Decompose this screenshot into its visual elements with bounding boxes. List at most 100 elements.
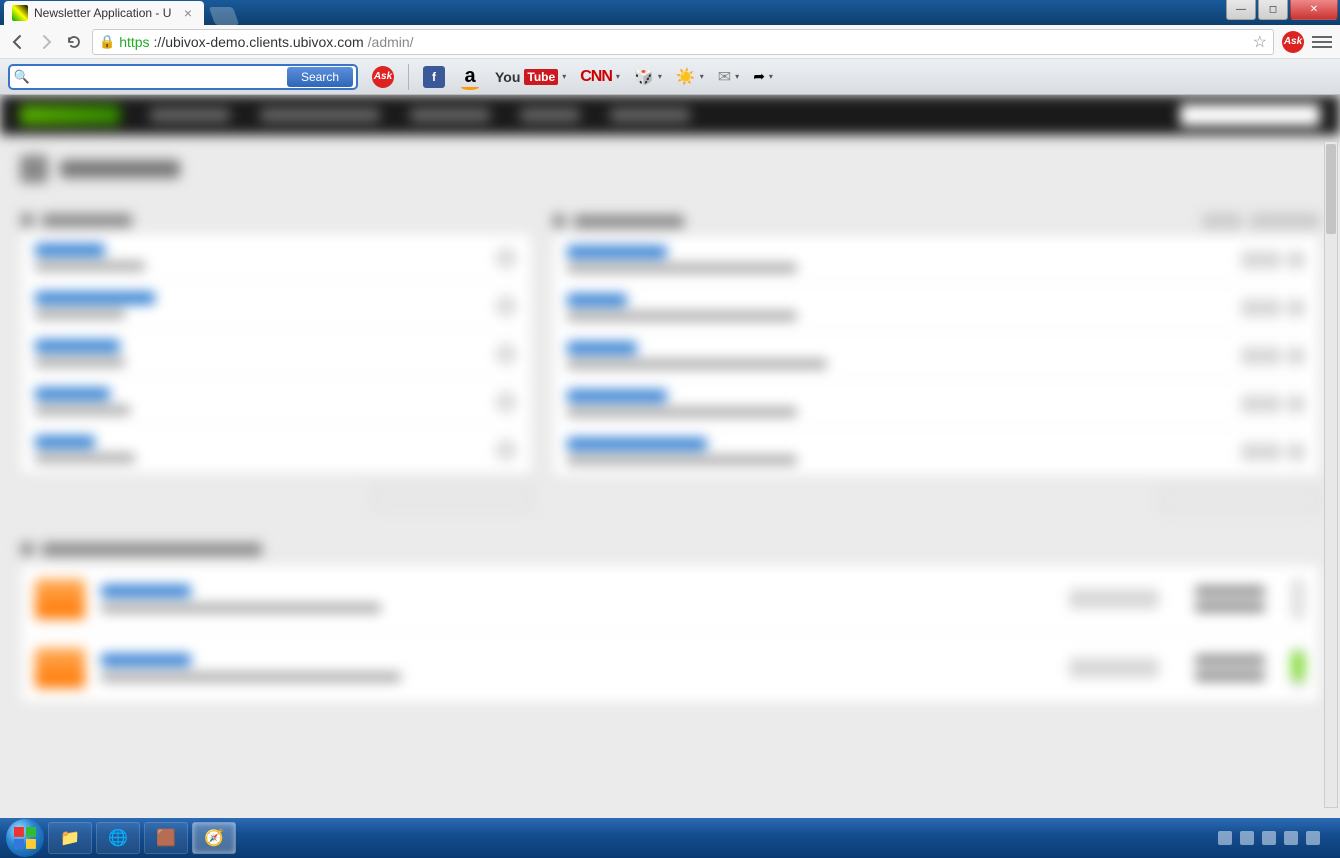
sent-progress	[1291, 648, 1305, 688]
app-nav-item[interactable]	[260, 108, 380, 122]
cnn-bookmark[interactable]: CNN ▾	[580, 68, 620, 86]
tray-icon[interactable]	[1284, 831, 1298, 845]
sent-item[interactable]	[21, 565, 1319, 634]
nav-forward-icon[interactable]	[36, 32, 56, 52]
weather-bookmark[interactable]: ☀️ ▾	[676, 67, 704, 87]
chrome-tabstrip: Newsletter Application - U ×	[4, 0, 236, 25]
list-item[interactable]	[21, 282, 531, 330]
start-button[interactable]	[6, 819, 44, 857]
taskbar-item-chrome[interactable]: 🧭	[192, 822, 236, 854]
filter-control[interactable]	[1202, 213, 1242, 229]
amazon-bookmark[interactable]: a	[459, 66, 481, 88]
app-search-input[interactable]	[1180, 104, 1320, 126]
system-tray[interactable]	[1218, 831, 1334, 845]
action-button[interactable]	[1241, 443, 1281, 461]
window-close-button[interactable]: ✕	[1290, 0, 1338, 20]
action-button[interactable]	[1241, 299, 1281, 317]
toolbar-separator	[408, 64, 409, 90]
weather-icon: ☀️	[676, 67, 696, 87]
search-icon: 🔍	[10, 69, 34, 85]
chart-icon[interactable]	[495, 343, 517, 365]
share-icon: ➦	[753, 68, 765, 85]
left-column	[20, 213, 532, 512]
action-button[interactable]	[1287, 299, 1305, 317]
ask-toolbar-icon[interactable]: Ask	[372, 66, 394, 88]
app-nav-item[interactable]	[610, 108, 690, 122]
list-item[interactable]	[21, 234, 531, 282]
list-item[interactable]	[21, 330, 531, 378]
app-nav-item[interactable]	[150, 108, 230, 122]
facebook-bookmark[interactable]: f	[423, 66, 445, 88]
mail-bookmark[interactable]: ✉ ▾	[718, 67, 739, 87]
sent-newsletters-panel	[20, 564, 1320, 703]
action-button[interactable]	[1287, 251, 1305, 269]
sent-action-button[interactable]	[1069, 589, 1159, 609]
list-item[interactable]	[21, 378, 531, 426]
page-viewport	[0, 95, 1340, 818]
filter-control[interactable]	[1250, 213, 1320, 229]
window-minimize-button[interactable]: —	[1226, 0, 1256, 20]
window-maximize-button[interactable]: ◻	[1258, 0, 1288, 20]
app-logo[interactable]	[20, 105, 120, 125]
chart-icon[interactable]	[495, 247, 517, 269]
chrome-menu-icon[interactable]	[1312, 32, 1332, 52]
sent-section-title	[20, 542, 1320, 556]
tray-icon[interactable]	[1306, 831, 1320, 845]
taskbar-item-explorer[interactable]: 📁	[48, 822, 92, 854]
lists-panel	[20, 233, 532, 474]
scrollbar-thumb[interactable]	[1326, 144, 1336, 234]
tray-icon[interactable]	[1218, 831, 1232, 845]
chart-icon[interactable]	[495, 295, 517, 317]
new-tab-button[interactable]	[209, 7, 240, 25]
sent-stats	[1195, 586, 1265, 612]
action-button[interactable]	[1241, 251, 1281, 269]
list-item[interactable]	[21, 426, 531, 473]
tab-favicon	[12, 5, 28, 21]
ask-search-button[interactable]: Search	[287, 67, 353, 87]
taskbar-item-ie[interactable]: 🌐	[96, 822, 140, 854]
nav-back-icon[interactable]	[8, 32, 28, 52]
action-button[interactable]	[1287, 395, 1305, 413]
action-button[interactable]	[1287, 347, 1305, 365]
youtube-icon: You	[495, 69, 520, 85]
address-bar[interactable]: 🔒 https ://ubivox-demo.clients.ubivox.co…	[92, 29, 1274, 55]
list-item[interactable]	[553, 380, 1319, 428]
chevron-down-icon: ▾	[769, 72, 773, 81]
youtube-bookmark[interactable]: YouTube ▾	[495, 69, 566, 85]
chevron-down-icon: ▾	[735, 72, 739, 81]
action-button[interactable]	[1241, 347, 1281, 365]
ask-search-box[interactable]: 🔍 Search	[8, 64, 358, 90]
share-bookmark[interactable]: ➦ ▾	[753, 68, 773, 85]
list-item[interactable]	[553, 332, 1319, 380]
add-list-button[interactable]	[372, 486, 532, 510]
chart-icon[interactable]	[495, 391, 517, 413]
browser-tab-active[interactable]: Newsletter Application - U ×	[4, 1, 204, 25]
dashboard-icon	[20, 155, 48, 183]
list-item[interactable]	[553, 236, 1319, 284]
list-item[interactable]	[553, 284, 1319, 332]
window-controls: — ◻ ✕	[1226, 0, 1338, 20]
cnn-icon: CNN	[580, 68, 612, 86]
sent-item[interactable]	[21, 634, 1319, 702]
tray-icon[interactable]	[1240, 831, 1254, 845]
tab-close-icon[interactable]: ×	[184, 5, 192, 21]
tray-icon[interactable]	[1262, 831, 1276, 845]
section-icon	[20, 542, 34, 556]
app-nav-item[interactable]	[410, 108, 490, 122]
create-newsletter-button[interactable]	[1160, 488, 1320, 512]
taskbar-item-app[interactable]: 🟫	[144, 822, 188, 854]
list-item[interactable]	[553, 428, 1319, 475]
games-bookmark[interactable]: 🎲 ▾	[634, 67, 662, 87]
app-nav-item[interactable]	[520, 108, 580, 122]
chart-icon[interactable]	[495, 439, 517, 461]
action-button[interactable]	[1287, 443, 1305, 461]
sent-action-button[interactable]	[1069, 658, 1159, 678]
ask-search-input[interactable]	[34, 69, 284, 84]
amazon-icon: a	[459, 66, 481, 88]
nav-reload-icon[interactable]	[64, 32, 84, 52]
ask-extension-icon[interactable]: Ask	[1282, 31, 1304, 53]
bookmark-star-icon[interactable]: ☆	[1253, 32, 1267, 52]
page-scrollbar[interactable]	[1324, 141, 1338, 808]
action-button[interactable]	[1241, 395, 1281, 413]
browser-nav-toolbar: 🔒 https ://ubivox-demo.clients.ubivox.co…	[0, 25, 1340, 59]
